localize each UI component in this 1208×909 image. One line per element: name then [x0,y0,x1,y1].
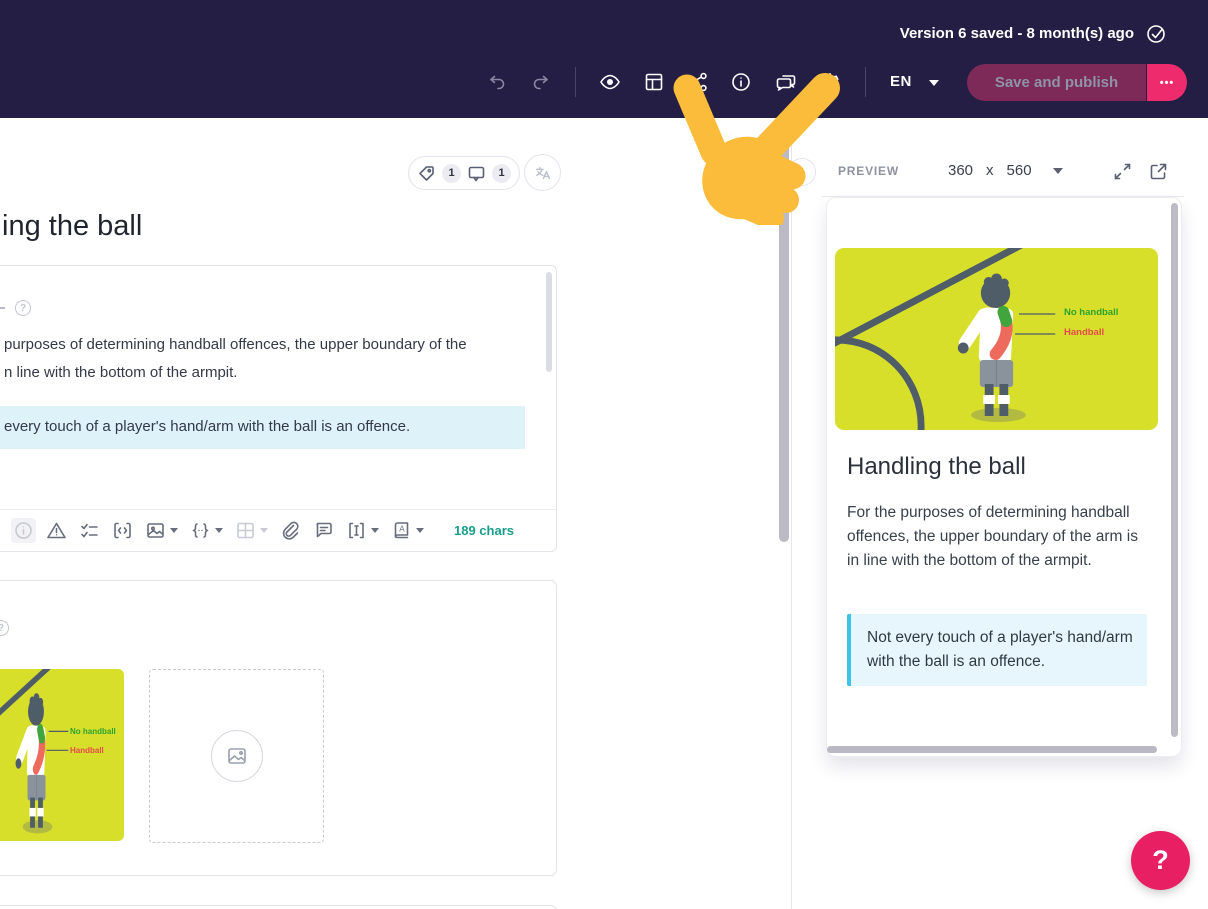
table-tool-icon [235,520,268,541]
preview-horizontal-scrollbar[interactable] [827,746,1157,753]
preview-note-box: Not every touch of a player's hand/arm w… [847,614,1147,686]
block-help-icon[interactable]: ? [0,620,9,636]
editor-highlight-text: every touch of a player's hand/arm with … [4,418,411,435]
character-count: 189 chars [454,523,514,538]
block-label-stub [0,307,5,309]
dropdown-caret-icon [260,528,268,533]
expand-preview-icon[interactable] [1112,161,1133,182]
comments-icon[interactable] [775,71,797,93]
attachment-tool-icon[interactable] [280,520,301,541]
preview-vertical-scrollbar[interactable] [1171,203,1178,737]
preview-height: 560 [1006,162,1032,179]
lesson-title[interactable]: ing the ball [2,210,142,243]
editor-highlight-block[interactable]: every touch of a player's hand/arm with … [0,406,525,449]
warning-tool-icon[interactable] [46,520,67,541]
dropdown-caret-icon [215,528,223,533]
settings-gear-icon[interactable] [819,71,841,93]
app-window: Version 6 saved - 8 month(s) ago EN Save… [0,0,1208,909]
image-placeholder-icon [210,730,263,782]
language-selector[interactable]: EN [890,73,912,90]
panel-divider [791,118,792,909]
toolbar-separator [575,67,576,97]
editor-paragraph-line[interactable]: purposes of determining handball offence… [4,336,467,353]
redo-icon[interactable] [530,71,552,93]
glossary-tool-icon[interactable]: A [391,520,424,541]
toolbar-separator [865,67,866,97]
saved-check-icon [1146,24,1166,44]
preview-size-separator: x [986,162,994,179]
dropdown-caret-icon [170,528,178,533]
help-button[interactable]: ? [1131,831,1190,890]
save-and-publish-button[interactable]: Save and publish [967,64,1146,101]
next-block-card [0,905,557,909]
layout-icon[interactable] [643,71,665,93]
editor-toolbar: A 189 chars [0,509,556,551]
collapse-preview-button[interactable] [788,158,816,186]
more-options-button[interactable]: ••• [1147,64,1187,101]
add-image-dropzone[interactable] [149,669,324,843]
preview-size-selector[interactable]: 360 x 560 [948,162,1063,179]
handball-illustration: No handball Handball [835,248,1158,430]
note-tool-icon[interactable] [313,520,334,541]
image-block-card: ? [0,580,557,876]
card-scrollbar[interactable] [546,272,552,372]
tag-icon [417,164,436,183]
language-caret-icon[interactable] [929,80,939,86]
topbar: Version 6 saved - 8 month(s) ago EN Save… [0,0,1208,118]
undo-icon[interactable] [486,71,508,93]
no-handball-label: No handball [70,727,116,736]
translate-button[interactable] [524,154,561,191]
dropdown-caret-icon [416,528,424,533]
handball-illustration-thumb: No handball Handball [0,669,124,841]
tag-count-badge: 1 [442,163,461,183]
size-caret-icon [1052,167,1063,174]
placeholder-brackets-tool-icon[interactable] [346,520,379,541]
tags-comments-pill[interactable]: 1 1 [408,156,520,190]
preview-panel-label: PREVIEW [838,164,899,178]
preview-title: Handling the ball [847,453,1026,480]
phone-preview: No handball Handball Handling the ball F… [826,197,1182,757]
main-scrollbar[interactable] [779,118,789,542]
version-status: Version 6 saved - 8 month(s) ago [899,25,1134,42]
svg-text:A: A [399,525,405,534]
block-help-icon[interactable]: ? [15,300,31,316]
preview-width: 360 [948,162,974,179]
text-block-card: ? purposes of determining handball offen… [0,265,557,552]
info-icon[interactable] [730,71,752,93]
variables-tool-icon[interactable] [190,520,223,541]
checklist-tool-icon[interactable] [79,520,100,541]
open-external-icon[interactable] [1148,161,1169,182]
dropdown-caret-icon [371,528,379,533]
preview-eye-icon[interactable] [599,71,621,93]
comment-count-badge: 1 [492,163,511,183]
share-icon[interactable] [687,71,709,93]
comment-icon [467,164,486,183]
info-tool-icon[interactable] [11,518,36,543]
image-tool-icon[interactable] [145,520,178,541]
preview-body-text: For the purposes of determining handball… [847,504,1138,569]
no-handball-label: No handball [1064,307,1119,318]
editor-paragraph-line[interactable]: n line with the bottom of the armpit. [4,364,237,381]
handball-label: Handball [1064,327,1105,338]
code-block-tool-icon[interactable] [112,520,133,541]
handball-label: Handball [70,746,104,755]
image-thumbnail[interactable]: No handball Handball [0,669,124,841]
